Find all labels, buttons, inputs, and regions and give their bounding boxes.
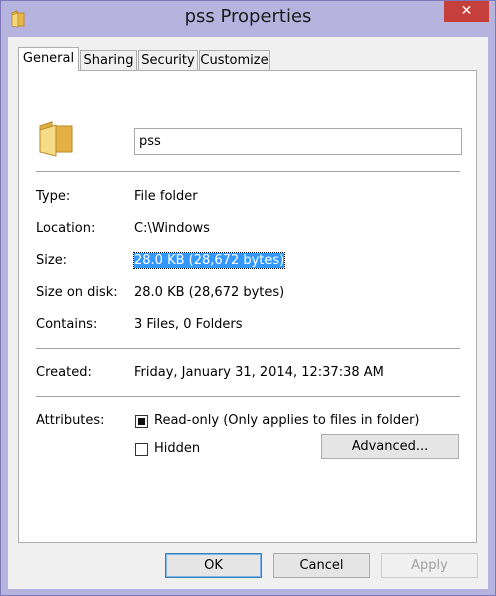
- type-label: Type:: [36, 189, 71, 204]
- tab-general[interactable]: General: [18, 47, 79, 71]
- properties-window: pss Properties ✕ General Sharing Securit…: [0, 0, 496, 596]
- size-on-disk-label: Size on disk:: [36, 285, 118, 300]
- type-value: File folder: [134, 189, 198, 204]
- size-label: Size:: [36, 253, 68, 268]
- cancel-button[interactable]: Cancel: [273, 553, 370, 578]
- ok-button[interactable]: OK: [165, 553, 262, 578]
- created-label: Created:: [36, 365, 92, 380]
- contains-value: 3 Files, 0 Folders: [134, 317, 243, 332]
- general-panel: Type: File folder Location: C:\Windows S…: [18, 70, 477, 543]
- divider: [36, 171, 460, 173]
- divider: [36, 396, 460, 398]
- tab-security[interactable]: Security: [138, 50, 198, 70]
- title-bar[interactable]: pss Properties ✕: [1, 1, 495, 37]
- tab-label: Customize: [200, 53, 269, 68]
- divider: [36, 348, 460, 350]
- location-label: Location:: [36, 221, 96, 236]
- size-on-disk-value: 28.0 KB (28,672 bytes): [134, 285, 285, 300]
- readonly-checkbox[interactable]: [135, 415, 148, 428]
- folder-icon: [39, 121, 73, 157]
- location-value: C:\Windows: [134, 221, 210, 236]
- folder-name-input[interactable]: [134, 128, 462, 155]
- tab-label: General: [22, 51, 75, 66]
- readonly-label[interactable]: Read-only (Only applies to files in fold…: [154, 413, 419, 428]
- close-icon: ✕: [460, 3, 473, 19]
- size-value[interactable]: 28.0 KB (28,672 bytes): [132, 252, 286, 269]
- close-button[interactable]: ✕: [444, 1, 489, 22]
- size-value-text[interactable]: 28.0 KB (28,672 bytes): [132, 252, 286, 269]
- tab-label: Sharing: [83, 53, 134, 68]
- apply-button[interactable]: Apply: [381, 553, 478, 578]
- dialog-client: General Sharing Security Customize Type:…: [8, 37, 488, 589]
- contains-label: Contains:: [36, 317, 98, 332]
- advanced-button[interactable]: Advanced...: [321, 434, 459, 459]
- tab-customize[interactable]: Customize: [199, 50, 270, 70]
- hidden-label[interactable]: Hidden: [154, 441, 200, 456]
- tab-sharing[interactable]: Sharing: [80, 50, 137, 70]
- attributes-label: Attributes:: [36, 413, 105, 428]
- tab-label: Security: [141, 53, 195, 68]
- window-title: pss Properties: [184, 6, 312, 27]
- hidden-checkbox[interactable]: [135, 443, 148, 456]
- created-value: Friday, January 31, 2014, 12:37:38 AM: [134, 365, 384, 380]
